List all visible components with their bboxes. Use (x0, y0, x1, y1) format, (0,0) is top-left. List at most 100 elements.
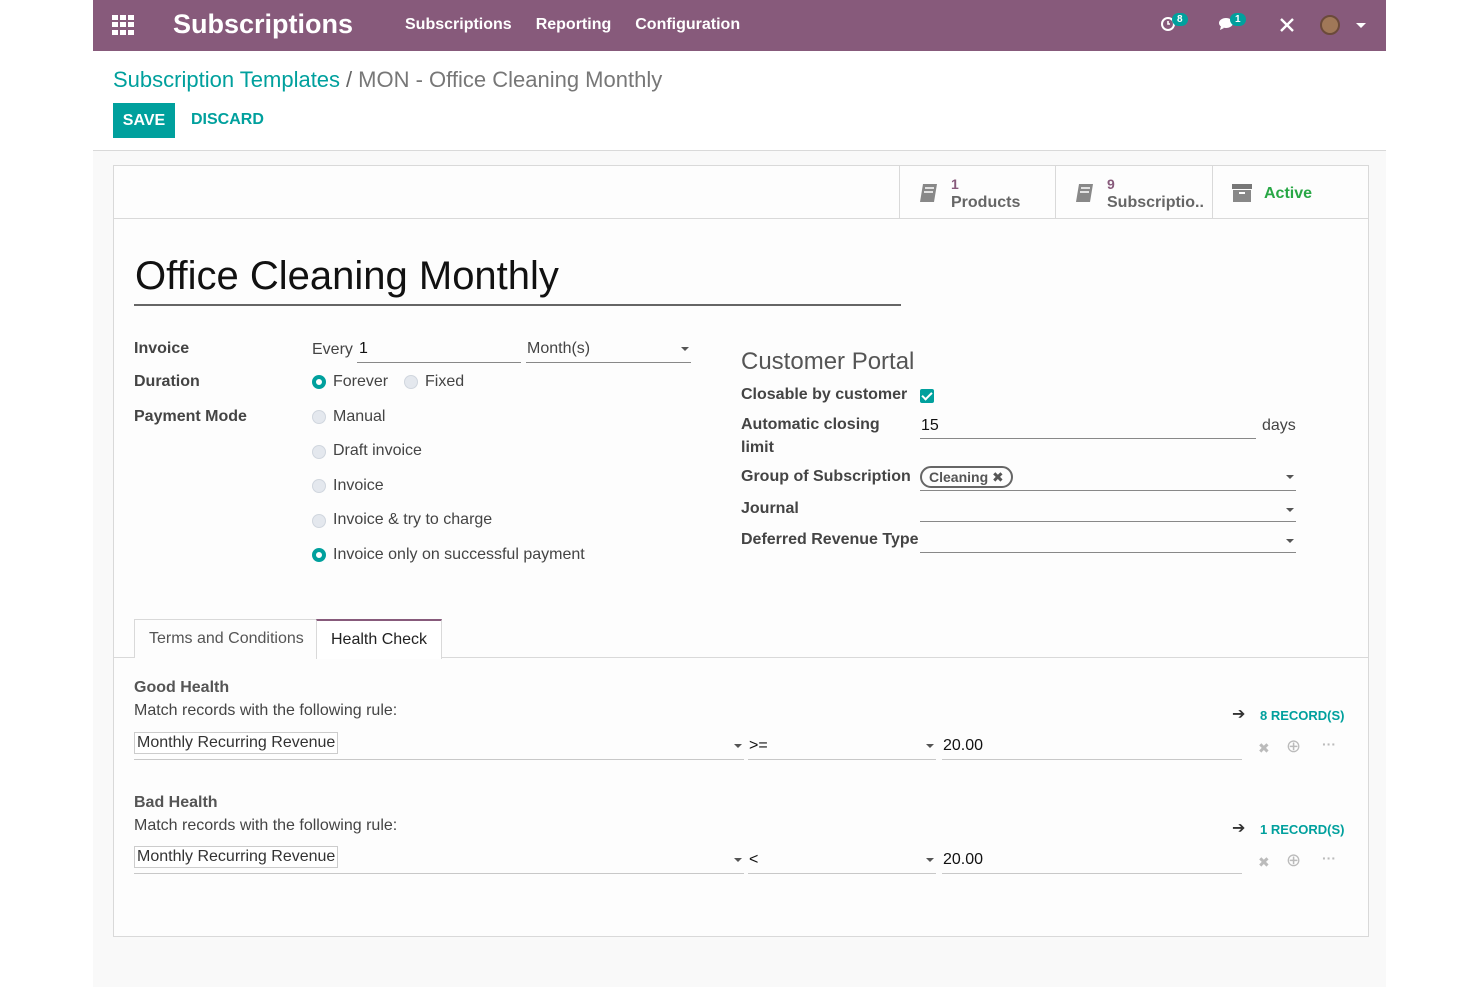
active-toggle-button[interactable]: Active (1212, 166, 1369, 218)
menu-item-subscriptions[interactable]: Subscriptions (405, 16, 512, 34)
recurring-period-select[interactable]: Month(s) (526, 337, 691, 363)
payment-manual-radio[interactable] (312, 410, 326, 424)
arrow-right-icon: ➔ (1232, 706, 1246, 723)
duration-forever-label: Forever (333, 373, 389, 390)
payment-success-only-radio[interactable] (312, 548, 326, 562)
good-health-field-value: Monthly Recurring Revenue (134, 732, 339, 754)
bad-health-records-link[interactable]: 1 RECORD(S) (1260, 822, 1345, 837)
invoice-label: Invoice (134, 340, 190, 357)
add-rule-icon[interactable]: ⊕ (1286, 850, 1301, 871)
systray: 8 1 (1156, 0, 1386, 51)
group-tag-label: Cleaning (929, 469, 989, 485)
form-sheet: 1 Products 9 Subscriptio... Active Offic… (113, 165, 1369, 937)
bad-health-operator-value: < (749, 851, 759, 868)
recurring-interval-input[interactable]: 1 (357, 337, 521, 363)
customer-portal-title: Customer Portal (741, 348, 915, 375)
payment-invoice-radio[interactable] (312, 479, 326, 493)
deferred-revenue-select[interactable] (920, 527, 1296, 553)
bad-health-value-input[interactable]: 20.00 (942, 846, 1242, 874)
subscriptions-stat-button[interactable]: 9 Subscriptio... (1055, 166, 1212, 218)
closable-checkbox[interactable] (920, 389, 934, 403)
recurring-period-value: Month(s) (527, 340, 591, 357)
subscription-group-select[interactable]: Cleaning ✖ (920, 463, 1296, 491)
notebook-tabs: Terms and Conditions Health Check (114, 619, 1368, 659)
main-menu: Subscriptions Reporting Configuration (405, 16, 740, 34)
breadcrumb-current: MON - Office Cleaning Monthly (358, 67, 663, 92)
book-icon (920, 184, 937, 202)
top-navbar: Subscriptions Subscriptions Reporting Co… (93, 0, 1386, 51)
duration-label: Duration (134, 373, 200, 390)
chevron-down-icon (734, 858, 742, 862)
menu-item-reporting[interactable]: Reporting (536, 16, 612, 34)
auto-closing-unit: days (1262, 417, 1296, 434)
add-rule-icon[interactable]: ⊕ (1286, 736, 1301, 757)
payment-invoice-try-charge-radio[interactable] (312, 514, 326, 528)
good-health-records-link[interactable]: 8 RECORD(S) (1260, 708, 1345, 723)
products-label: Products (951, 194, 1021, 211)
bad-health-operator-select[interactable]: < (748, 846, 936, 874)
app-window: Subscriptions Subscriptions Reporting Co… (93, 0, 1386, 987)
apps-menu-icon[interactable] (112, 15, 134, 35)
payment-mode-label: Payment Mode (134, 408, 247, 425)
chevron-down-icon (681, 347, 689, 351)
payment-draft-invoice-radio[interactable] (312, 445, 326, 459)
products-count: 1 (951, 176, 959, 192)
tag-remove-icon[interactable]: ✖ (992, 469, 1004, 485)
user-menu-caret-icon[interactable] (1356, 23, 1366, 28)
chevron-down-icon (1286, 508, 1294, 512)
bad-health-field-value: Monthly Recurring Revenue (134, 846, 339, 868)
bad-health-field-select[interactable]: Monthly Recurring Revenue (134, 846, 744, 874)
tools-icon (1280, 18, 1294, 32)
delete-rule-icon[interactable]: ✖ (1258, 854, 1270, 871)
deferred-revenue-label: Deferred Revenue Type (741, 531, 919, 548)
duration-fixed-radio[interactable] (404, 375, 418, 389)
journal-select[interactable] (920, 496, 1296, 522)
good-health-operator-select[interactable]: >= (748, 732, 936, 760)
arrow-right-icon: ➔ (1232, 820, 1246, 837)
delete-rule-icon[interactable]: ✖ (1258, 740, 1270, 757)
good-health-operator-value: >= (749, 737, 768, 754)
chevron-down-icon (1286, 475, 1294, 479)
template-name-field[interactable]: Office Cleaning Monthly (134, 254, 901, 306)
app-brand[interactable]: Subscriptions (173, 9, 353, 40)
more-options-icon[interactable]: ··· (1322, 850, 1336, 866)
payment-draft-invoice-label: Draft invoice (333, 442, 422, 459)
message-count-badge: 1 (1230, 13, 1246, 26)
active-label: Active (1264, 185, 1313, 202)
payment-invoice-try-charge-label: Invoice & try to charge (333, 511, 493, 528)
bad-health-title: Bad Health (134, 794, 218, 811)
subscriptions-label: Subscriptio... (1107, 194, 1203, 211)
chevron-down-icon (926, 858, 934, 862)
auto-closing-limit-input[interactable]: 15 (920, 413, 1256, 439)
book-icon (1076, 184, 1093, 202)
messaging-button[interactable]: 1 (1218, 13, 1246, 36)
debug-tools-button[interactable] (1279, 16, 1295, 39)
every-label: Every (312, 341, 353, 358)
activity-button[interactable]: 8 (1160, 13, 1188, 36)
bad-health-subtitle: Match records with the following rule: (134, 817, 398, 834)
tab-terms-conditions[interactable]: Terms and Conditions (134, 619, 319, 658)
archive-icon (1232, 184, 1252, 202)
chevron-down-icon (1286, 539, 1294, 543)
breadcrumb-parent-link[interactable]: Subscription Templates (113, 67, 340, 92)
menu-item-configuration[interactable]: Configuration (635, 16, 740, 34)
closable-label: Closable by customer (741, 386, 908, 403)
products-stat-button[interactable]: 1 Products (899, 166, 1056, 218)
subscriptions-count: 9 (1107, 176, 1115, 192)
good-health-field-select[interactable]: Monthly Recurring Revenue (134, 732, 744, 760)
user-avatar[interactable] (1320, 15, 1340, 35)
payment-invoice-label: Invoice (333, 477, 384, 494)
payment-manual-label: Manual (333, 408, 386, 425)
smart-button-box: 1 Products 9 Subscriptio... Active (114, 166, 1368, 219)
duration-forever-radio[interactable] (312, 375, 326, 389)
save-button[interactable]: SAVE (113, 103, 175, 138)
discard-button[interactable]: DISCARD (191, 111, 264, 129)
duration-fixed-label: Fixed (425, 373, 465, 390)
good-health-value-input[interactable]: 20.00 (942, 732, 1242, 760)
control-panel: Subscription Templates / MON - Office Clea… (93, 51, 1386, 151)
subscription-group-label: Group of Subscription (741, 468, 911, 485)
tab-health-check[interactable]: Health Check (316, 619, 443, 659)
breadcrumb-separator: / (346, 67, 353, 92)
more-options-icon[interactable]: ··· (1322, 736, 1336, 752)
journal-label: Journal (741, 500, 799, 517)
